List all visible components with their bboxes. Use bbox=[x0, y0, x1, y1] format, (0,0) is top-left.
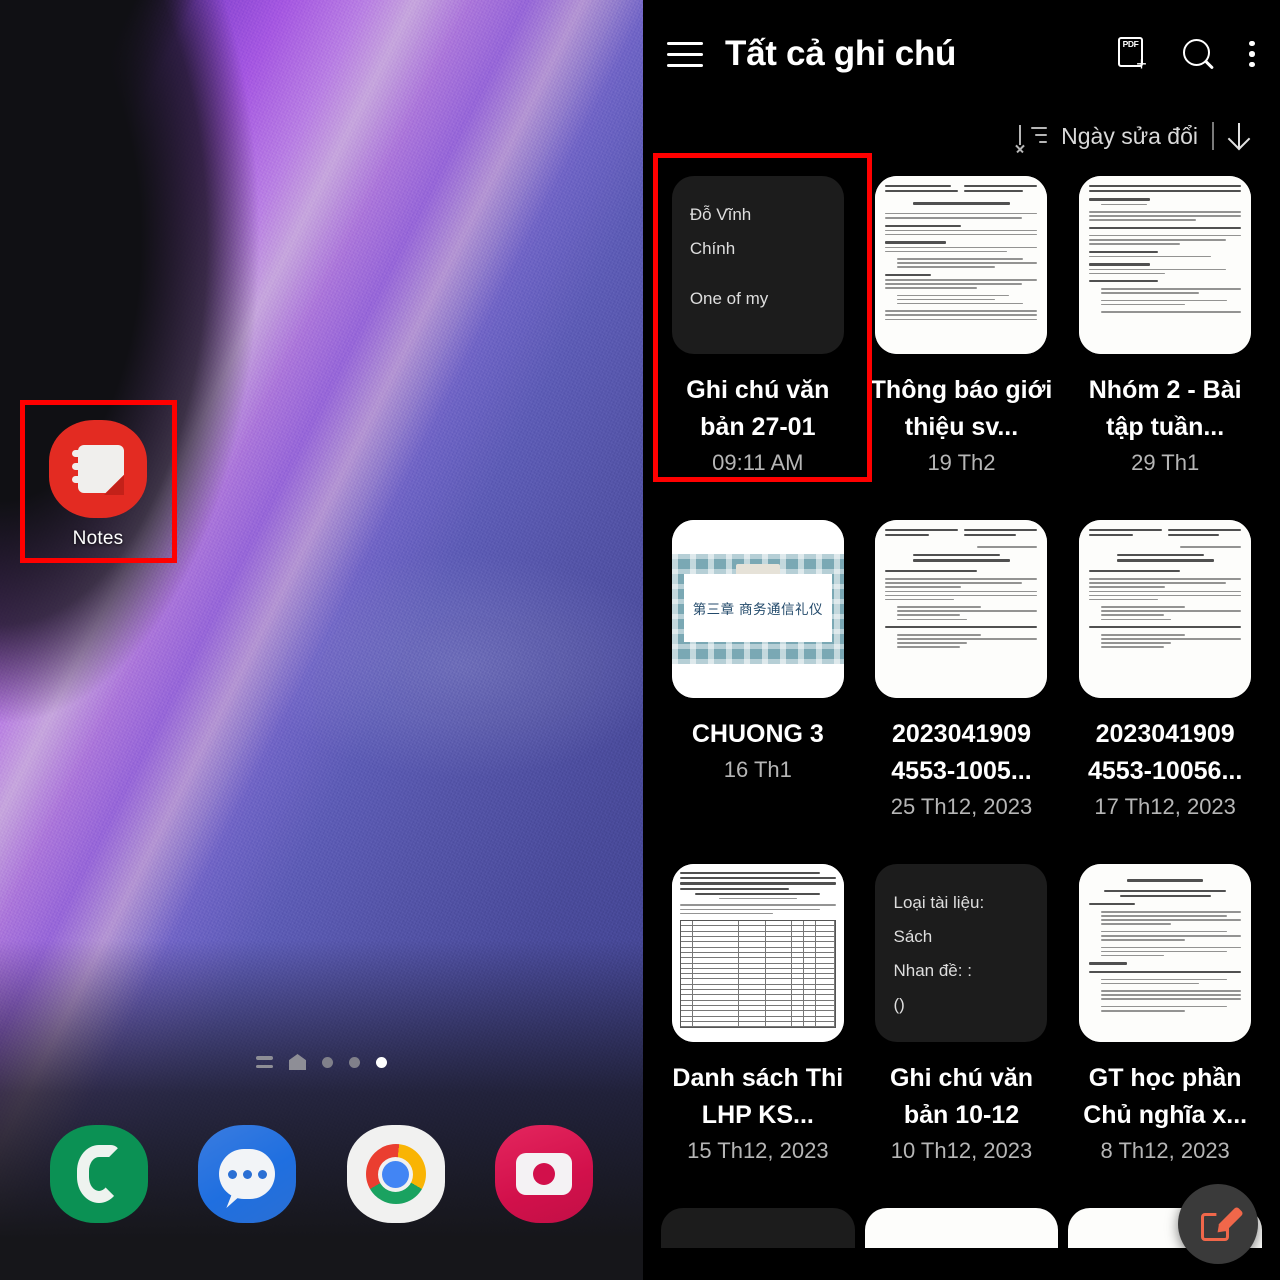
page-dot-active[interactable] bbox=[376, 1056, 387, 1068]
sort-row[interactable]: Ngày sửa đổi bbox=[643, 108, 1280, 164]
chrome-icon[interactable] bbox=[346, 1125, 445, 1223]
compose-pencil bbox=[1218, 1206, 1244, 1232]
pdf-add-icon[interactable]: PDF + bbox=[1118, 37, 1148, 74]
note-date: 15 Th12, 2023 bbox=[687, 1138, 829, 1163]
page-title: Tất cả ghi chú bbox=[725, 34, 957, 73]
note-thumbnail: Loại tài liệu: Sách Nhan đề: : () bbox=[875, 864, 1048, 1042]
note-date: 16 Th1 bbox=[723, 757, 792, 782]
note-thumbnail[interactable] bbox=[864, 1208, 1059, 1248]
note-date: 17 Th12, 2023 bbox=[1094, 794, 1236, 819]
table-grid bbox=[679, 920, 836, 1029]
message-bubble-icon[interactable] bbox=[198, 1125, 297, 1223]
dock bbox=[0, 1125, 643, 1223]
notes-app-label: Notes bbox=[72, 528, 124, 549]
slide-title-box: 第三章 商务通信礼仪 bbox=[683, 574, 832, 642]
note-thumbnail: 第三章 商务通信礼仪 bbox=[671, 520, 844, 698]
note-thumbnail bbox=[671, 864, 844, 1042]
note-title: Danh sách Thi LHP KS... bbox=[672, 1064, 844, 1129]
notes-app-panel: Tất cả ghi chú PDF + Ngày sửa đổi Đỗ Vĩn… bbox=[643, 0, 1280, 1280]
sort-divider bbox=[1212, 122, 1214, 150]
more-options-icon[interactable] bbox=[1248, 40, 1256, 68]
slide-title-text: 第三章 商务通信礼仪 bbox=[692, 602, 823, 617]
home-page-icon[interactable] bbox=[289, 1054, 306, 1070]
camera-corner-dot bbox=[554, 1154, 569, 1168]
note-card[interactable]: 第三章 商务通信礼仪 CHUONG 3 16 Th1 bbox=[661, 520, 855, 820]
chrome-glyph bbox=[365, 1144, 426, 1204]
notes-grid: Đỗ Vĩnh Chính One of my Ghi chú văn bản … bbox=[643, 164, 1280, 1164]
notes-icon-rings bbox=[72, 450, 85, 489]
note-card[interactable]: Thông báo giới thiệu sv... 19 Th2 bbox=[865, 176, 1059, 476]
page-dot[interactable] bbox=[349, 1056, 360, 1068]
scanned-document-preview bbox=[1079, 864, 1252, 1042]
note-thumbnail[interactable] bbox=[661, 1208, 855, 1248]
note-thumbnail-text: Loại tài liệu: Sách Nhan đề: : () bbox=[893, 893, 985, 1014]
app-header: Tất cả ghi chú PDF + bbox=[643, 0, 1280, 108]
note-date: 8 Th12, 2023 bbox=[1100, 1138, 1230, 1163]
scanned-document-preview bbox=[875, 520, 1048, 698]
hamburger-menu-icon[interactable] bbox=[667, 41, 703, 67]
header-actions: PDF + bbox=[1118, 37, 1256, 74]
camera-flash-dot bbox=[554, 1154, 569, 1168]
note-thumbnail-text: Đỗ Vĩnh Chính One of my bbox=[689, 205, 769, 308]
note-thumbnail: Đỗ Vĩnh Chính One of my bbox=[671, 176, 844, 354]
note-thumbnail bbox=[875, 176, 1048, 354]
note-title: 2023041909 4553-10056... bbox=[1088, 720, 1243, 785]
wallpaper-vignette-bottom bbox=[0, 940, 643, 1280]
note-title: Nhóm 2 - Bài tập tuần... bbox=[1088, 376, 1242, 441]
search-icon[interactable] bbox=[1182, 38, 1214, 70]
note-date: 29 Th1 bbox=[1131, 450, 1200, 475]
note-date: 19 Th2 bbox=[927, 450, 996, 475]
pdf-icon-text: PDF bbox=[1122, 39, 1139, 49]
note-card[interactable]: 2023041909 4553-10056... 17 Th12, 2023 bbox=[1068, 520, 1262, 820]
compose-note-icon bbox=[1201, 1206, 1244, 1241]
camera-lens bbox=[532, 1163, 555, 1185]
note-thumbnail bbox=[1079, 176, 1252, 354]
slide-preview: 第三章 商务通信礼仪 bbox=[671, 520, 844, 698]
note-title: Ghi chú văn bản 27-01 bbox=[686, 376, 830, 441]
note-title: 2023041909 4553-1005... bbox=[891, 720, 1032, 785]
note-title: GT học phần Chủ nghĩa x... bbox=[1083, 1064, 1248, 1129]
compose-note-button[interactable] bbox=[1178, 1184, 1258, 1264]
home-screen-panel: Notes bbox=[0, 0, 643, 1280]
note-card[interactable]: 2023041909 4553-1005... 25 Th12, 2023 bbox=[865, 520, 1059, 820]
note-thumbnail bbox=[875, 520, 1048, 698]
note-date: 10 Th12, 2023 bbox=[890, 1138, 1033, 1163]
scanned-document-preview bbox=[1079, 520, 1252, 698]
camera-icon[interactable] bbox=[494, 1125, 593, 1223]
sort-order-icon[interactable] bbox=[1019, 125, 1048, 147]
notes-icon-glyph bbox=[72, 443, 124, 495]
note-title: Ghi chú văn bản 10-12 bbox=[889, 1064, 1034, 1129]
note-date: 25 Th12, 2023 bbox=[890, 794, 1033, 819]
phone-handset-glyph bbox=[77, 1145, 121, 1203]
phone-icon[interactable] bbox=[50, 1125, 149, 1223]
note-card[interactable]: Nhóm 2 - Bài tập tuần... 29 Th1 bbox=[1068, 176, 1262, 476]
camera-glyph bbox=[515, 1153, 572, 1195]
notes-icon[interactable] bbox=[49, 420, 147, 518]
note-title: CHUONG 3 bbox=[691, 720, 824, 748]
app-drawer-icon[interactable] bbox=[256, 1056, 273, 1068]
page-dot[interactable] bbox=[322, 1056, 333, 1068]
home-app-notes[interactable]: Notes bbox=[48, 420, 148, 550]
note-title: Thông báo giới thiệu sv... bbox=[870, 376, 1053, 441]
scanned-document-preview bbox=[875, 176, 1048, 354]
page-indicator[interactable] bbox=[0, 1054, 643, 1070]
pdf-plus-badge: + bbox=[1136, 54, 1147, 74]
note-card[interactable]: GT học phần Chủ nghĩa x... 8 Th12, 2023 bbox=[1068, 864, 1262, 1164]
sort-label[interactable]: Ngày sửa đổi bbox=[1061, 123, 1198, 150]
scanned-document-preview bbox=[1079, 176, 1252, 354]
note-card[interactable]: Loại tài liệu: Sách Nhan đề: : () Ghi ch… bbox=[865, 864, 1059, 1164]
split-screenshot: Notes Tất cả ghi chú PDF + Ngày sửa đổi … bbox=[0, 0, 1280, 1280]
scanned-table-preview bbox=[671, 864, 844, 1042]
message-bubble-glyph bbox=[219, 1149, 276, 1199]
note-card[interactable]: Danh sách Thi LHP KS... 15 Th12, 2023 bbox=[661, 864, 855, 1164]
note-card[interactable]: Đỗ Vĩnh Chính One of my Ghi chú văn bản … bbox=[661, 176, 855, 476]
note-thumbnail bbox=[1079, 864, 1252, 1042]
note-thumbnail bbox=[1079, 520, 1252, 698]
arrow-down-icon[interactable] bbox=[1228, 121, 1250, 151]
note-date: 09:11 AM bbox=[712, 450, 804, 475]
